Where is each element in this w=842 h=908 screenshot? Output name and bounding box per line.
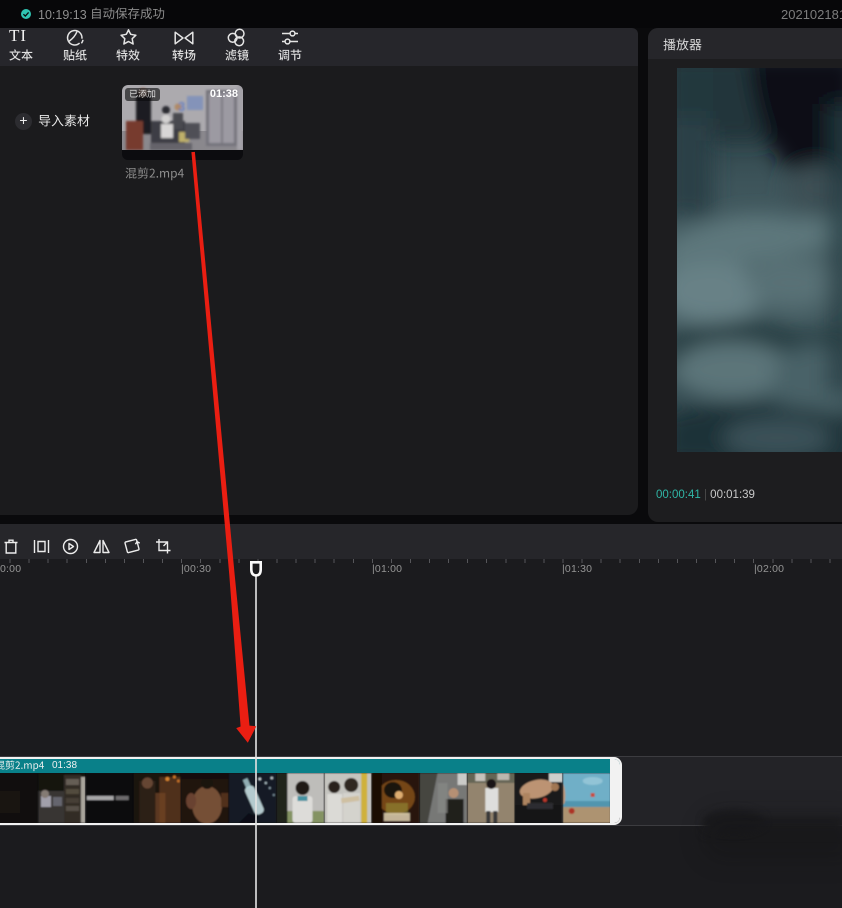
svg-text:3: 3 [178, 99, 185, 114]
